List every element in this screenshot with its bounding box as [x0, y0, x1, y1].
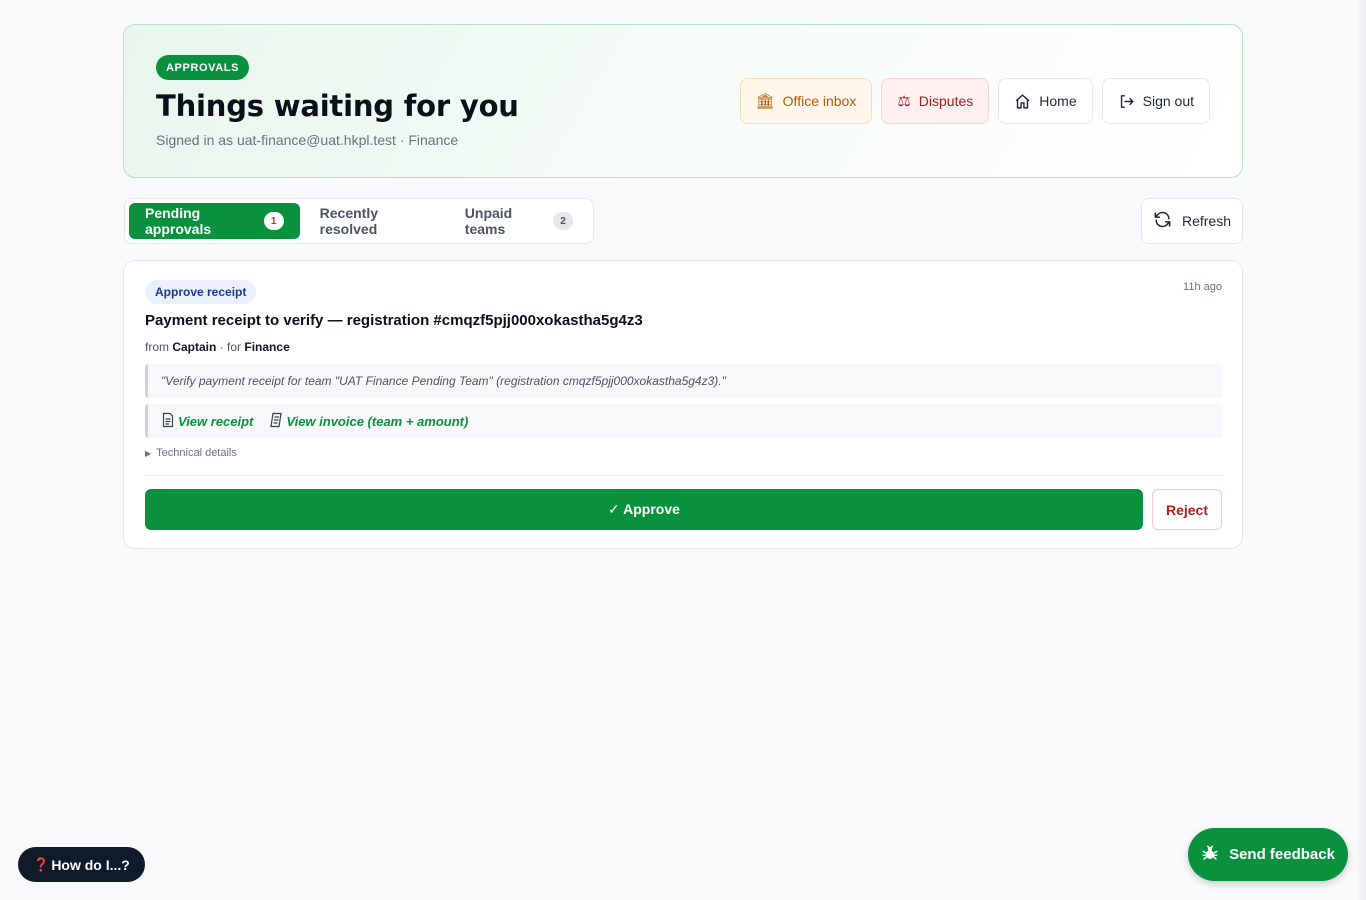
bug-icon — [1201, 844, 1219, 866]
view-receipt-label: View receipt — [178, 413, 254, 429]
tab-count-badge: 1 — [263, 212, 284, 230]
approval-type-badge: Approve receipt — [145, 280, 257, 304]
section-badge: APPROVALS — [156, 55, 250, 80]
requester-line: from Captain · for Finance — [145, 340, 290, 354]
sign-out-icon — [1118, 93, 1135, 110]
technical-details-toggle[interactable]: ▶ Technical details — [145, 447, 237, 459]
sign-out-button[interactable]: Sign out — [1101, 78, 1210, 124]
approve-button[interactable]: ✓ Approve — [145, 489, 1143, 530]
home-icon — [1014, 93, 1031, 110]
scales-icon: ⚖ — [897, 92, 911, 110]
header-nav: 🏛 Office inbox ⚖ Disputes Home Sign out — [739, 78, 1210, 124]
question-icon: ❓ — [33, 856, 50, 872]
disputes-button[interactable]: ⚖ Disputes — [881, 78, 990, 124]
office-inbox-label: Office inbox — [782, 93, 857, 109]
page-title: Things waiting for you — [156, 89, 519, 123]
sign-out-label: Sign out — [1142, 93, 1194, 109]
scrollbar-track[interactable] — [1358, 0, 1366, 900]
from-prefix: from — [145, 340, 169, 354]
approval-tabs: Pending approvals 1 Recently resolved Un… — [124, 198, 594, 244]
refresh-button[interactable]: Refresh — [1141, 198, 1243, 244]
tab-recently-resolved[interactable]: Recently resolved — [304, 203, 445, 239]
view-invoice-link[interactable]: View invoice (team + amount) — [269, 412, 468, 431]
tab-unpaid-teams[interactable]: Unpaid teams 2 — [449, 203, 589, 239]
tab-label: Pending approvals — [145, 205, 212, 237]
help-button[interactable]: ❓ How do I...? — [18, 847, 145, 882]
send-feedback-label: Send feedback — [1229, 846, 1335, 863]
view-invoice-label: View invoice (team + amount) — [286, 413, 469, 429]
card-divider — [145, 475, 1223, 476]
tab-label: Unpaid teams — [464, 205, 513, 237]
disclosure-triangle-icon: ▶ — [145, 448, 152, 458]
tab-pending-approvals[interactable]: Pending approvals 1 — [129, 203, 300, 239]
bank-icon: 🏛 — [755, 92, 775, 110]
send-feedback-button[interactable]: Send feedback — [1188, 828, 1348, 881]
request-message: "Verify payment receipt for team "UAT Fi… — [145, 364, 1223, 398]
approval-card: Approve receipt 11h ago Payment receipt … — [123, 260, 1243, 549]
disputes-label: Disputes — [918, 93, 974, 109]
tab-count-badge: 2 — [553, 212, 573, 230]
tab-label: Recently resolved — [319, 205, 379, 237]
home-label: Home — [1039, 93, 1077, 109]
target-department: Finance — [244, 340, 290, 354]
view-receipt-link[interactable]: View receipt — [161, 412, 253, 431]
refresh-icon — [1153, 210, 1172, 232]
approval-title: Payment receipt to verify — registration… — [145, 312, 643, 329]
timestamp: 11h ago — [1183, 281, 1222, 293]
signed-in-text: Signed in as uat-finance@uat.hkpl.test ·… — [156, 132, 459, 148]
scroll-icon — [269, 412, 283, 431]
reject-button[interactable]: Reject — [1152, 489, 1222, 530]
for-prefix: · for — [219, 340, 242, 354]
requester-role: Captain — [172, 340, 217, 354]
document-icon — [161, 412, 175, 431]
document-links: View receipt View invoice (team + amount… — [145, 404, 1223, 438]
help-label: How do I...? — [51, 856, 130, 873]
header-card: APPROVALS Things waiting for you Signed … — [123, 24, 1243, 178]
home-button[interactable]: Home — [998, 78, 1093, 124]
technical-details-label: Technical details — [156, 447, 237, 459]
office-inbox-button[interactable]: 🏛 Office inbox — [739, 78, 873, 124]
refresh-label: Refresh — [1181, 213, 1232, 229]
